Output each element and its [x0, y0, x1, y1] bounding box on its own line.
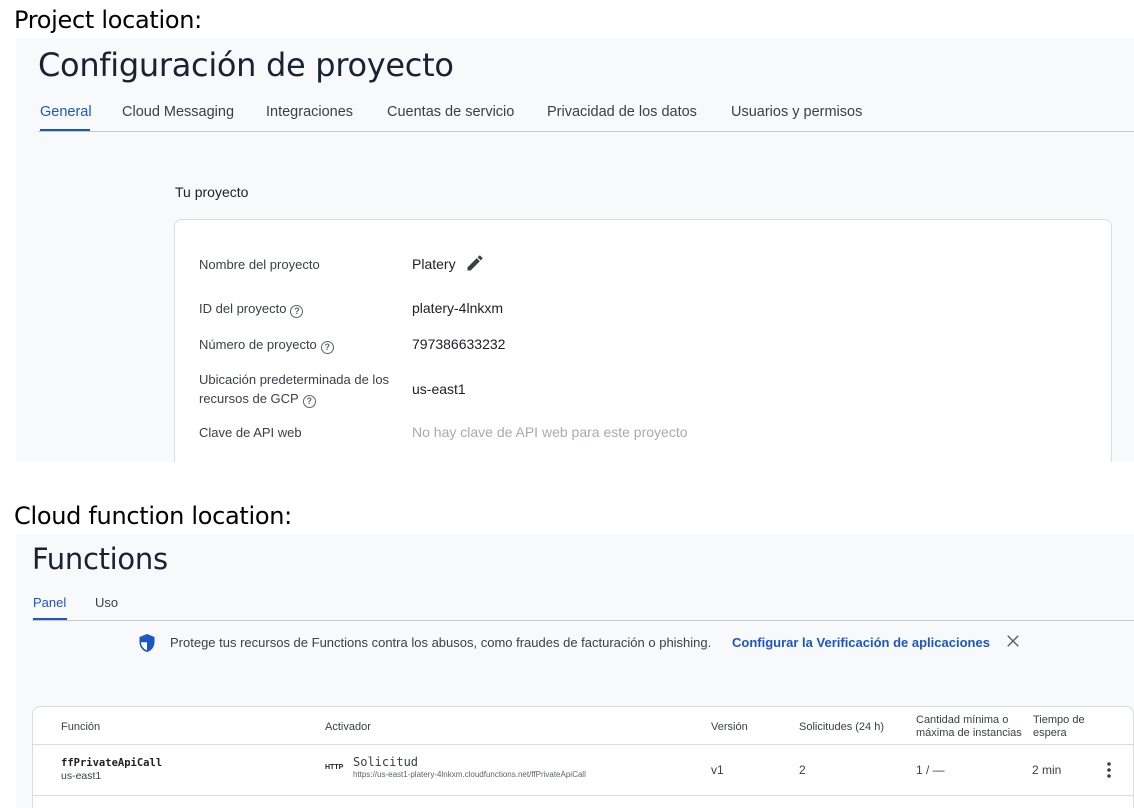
configure-app-check-link[interactable]: Configurar la Verificación de aplicacion…	[732, 635, 990, 650]
project-name-value: Platery	[412, 256, 456, 272]
web-api-key-label: Clave de API web	[199, 425, 302, 440]
functions-table: Función Activador Versión Solicitudes (2…	[32, 706, 1134, 808]
help-icon[interactable]: ?	[302, 395, 316, 408]
trigger-label: Solicitud	[353, 755, 419, 769]
function-version: v1	[711, 763, 724, 777]
functions-panel: Functions Panel Uso Protege tus recursos…	[16, 534, 1134, 808]
active-tab-indicator	[40, 129, 90, 131]
function-name[interactable]: ffPrivateApiCall	[61, 757, 162, 769]
column-header-instances-line2: máxima de instancias	[916, 727, 1022, 739]
column-header-timeout: Tiempo de espera	[1033, 714, 1085, 740]
column-header-timeout-line1: Tiempo de	[1033, 714, 1085, 726]
gcp-location-label-line2: recursos de GCP	[199, 391, 299, 406]
tab-integraciones[interactable]: Integraciones	[266, 104, 353, 120]
help-icon[interactable]: ?	[290, 305, 304, 318]
project-number-value: 797386633232	[412, 336, 506, 352]
gcp-location-label: Ubicación predeterminada de los recursos…	[199, 370, 389, 408]
more-vert-icon[interactable]	[1103, 761, 1115, 779]
web-api-key-value: No hay clave de API web para este proyec…	[412, 424, 688, 440]
column-header-instances: Cantidad mínima o máxima de instancias	[916, 714, 1022, 740]
help-icon[interactable]: ?	[320, 341, 334, 354]
column-header-timeout-line2: espera	[1033, 727, 1067, 739]
tab-bar-divider	[32, 620, 1134, 621]
column-header-version: Versión	[711, 721, 748, 733]
project-number-label: Número de proyecto?	[199, 335, 334, 354]
shield-icon	[139, 634, 155, 652]
trigger-url[interactable]: https://us-east1-platery-4lnkxm.cloudfun…	[353, 770, 586, 779]
column-header-function: Función	[61, 721, 101, 733]
column-header-requests: Solicitudes (24 h)	[799, 721, 884, 733]
gcp-location-value: us-east1	[412, 381, 466, 397]
tab-privacidad[interactable]: Privacidad de los datos	[547, 104, 697, 120]
tab-general[interactable]: General	[40, 104, 92, 120]
tab-panel[interactable]: Panel	[33, 595, 66, 610]
tab-uso[interactable]: Uso	[95, 595, 118, 610]
project-id-label: ID del proyecto?	[199, 299, 304, 318]
function-instances: 1 / —	[916, 763, 945, 777]
gcp-location-label-line1: Ubicación predeterminada de los	[199, 372, 390, 387]
section-title: Tu proyecto	[175, 184, 249, 200]
project-id-label-text: ID del proyecto	[199, 301, 287, 316]
table-header-divider	[33, 744, 1133, 745]
table-row-divider	[33, 795, 1133, 796]
edit-icon[interactable]	[465, 253, 485, 273]
close-icon[interactable]	[1004, 632, 1022, 650]
functions-page-title: Functions	[32, 542, 168, 576]
column-header-trigger: Activador	[325, 721, 371, 733]
project-name-label: Nombre del proyecto	[199, 257, 320, 272]
project-id-value: platery-4lnkxm	[412, 300, 504, 316]
function-requests: 2	[799, 763, 806, 777]
trigger-type-badge: HTTP	[325, 764, 344, 771]
project-settings-panel: Configuración de proyecto General Cloud …	[16, 38, 1134, 462]
column-header-instances-line1: Cantidad mínima o	[916, 714, 1009, 726]
app-check-banner: Protege tus recursos de Functions contra…	[136, 630, 1036, 654]
project-location-caption: Project location:	[14, 6, 202, 34]
function-timeout: 2 min	[1032, 763, 1062, 777]
banner-text: Protege tus recursos de Functions contra…	[170, 635, 712, 650]
page-title: Configuración de proyecto	[38, 46, 454, 84]
tab-cuentas-de-servicio[interactable]: Cuentas de servicio	[387, 104, 514, 120]
tab-cloud-messaging[interactable]: Cloud Messaging	[122, 104, 234, 120]
active-tab-indicator	[33, 618, 67, 620]
function-location-caption: Cloud function location:	[14, 502, 292, 530]
tab-bar-divider	[38, 131, 1134, 132]
project-info-card: Nombre del proyecto Platery ID del proye…	[174, 219, 1112, 462]
project-number-label-text: Número de proyecto	[199, 337, 317, 352]
tab-usuarios-y-permisos[interactable]: Usuarios y permisos	[731, 104, 862, 120]
function-region: us-east1	[61, 770, 102, 782]
